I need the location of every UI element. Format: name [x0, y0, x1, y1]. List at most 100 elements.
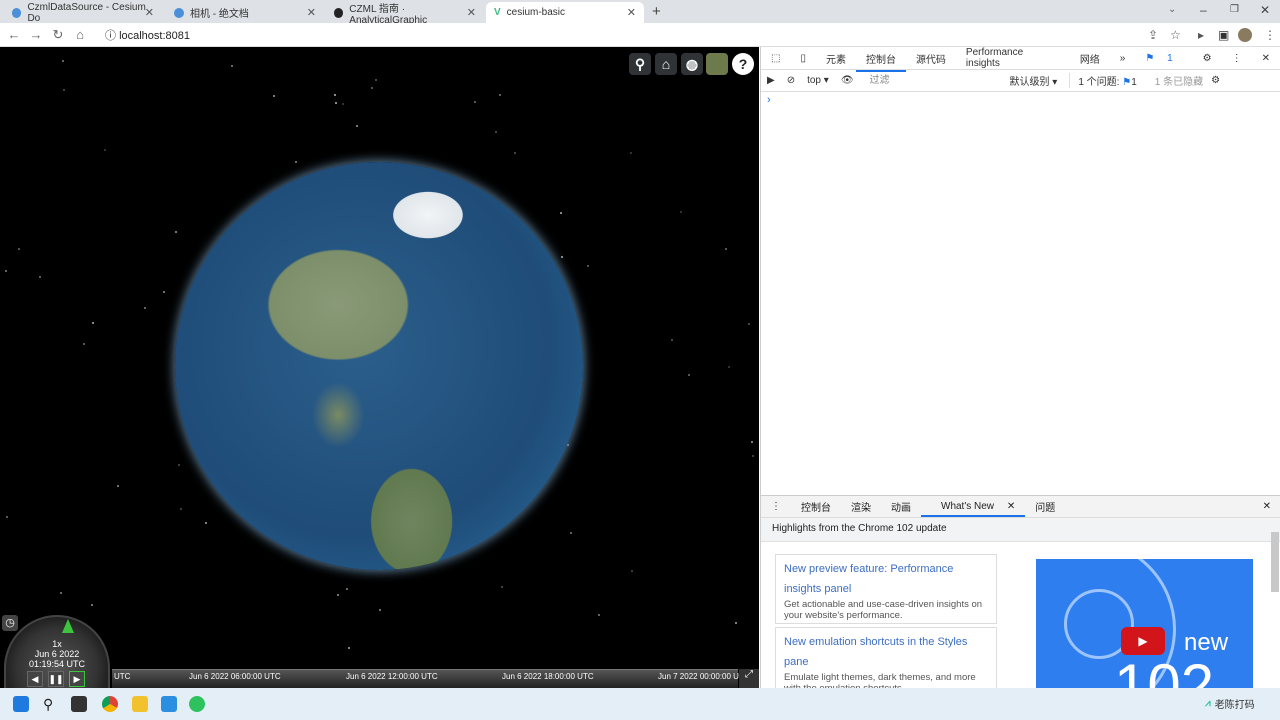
close-drawer-icon[interactable]: ✕ [1253, 501, 1280, 512]
clear-console-icon[interactable]: ⊘ [781, 75, 801, 86]
scene-mode-globe-icon[interactable]: ◍ [681, 53, 703, 75]
search-icon[interactable]: ⚲ [43, 696, 59, 712]
tab-sources[interactable]: 源代码 [906, 51, 956, 66]
play-forward-button[interactable]: ▶ [69, 671, 85, 687]
star [751, 440, 754, 443]
star [586, 265, 589, 268]
back-icon[interactable]: ← [3, 27, 25, 42]
browser-tab[interactable]: 相机 - 绝文档 ✕ [166, 2, 324, 23]
devtools-drawer: ⋮ 控制台 渲染 动画 What's New ✕ 问题 ✕ Highlights… [761, 495, 1280, 689]
close-window-button[interactable]: ✕ [1260, 3, 1270, 17]
tab-console[interactable]: 控制台 [855, 51, 906, 72]
timeline[interactable]: UTC Jun 6 2022 06:00:00 UTC Jun 6 2022 1… [112, 669, 750, 688]
menu-icon[interactable]: ⋮ [1264, 28, 1276, 42]
feature-card[interactable]: New preview feature: Performance insight… [775, 554, 997, 624]
fullscreen-button[interactable]: ⤢ [739, 669, 759, 688]
app-icon[interactable] [189, 696, 205, 712]
timeline-label: UTC [114, 672, 131, 681]
restore-button[interactable]: ❐ [1230, 4, 1239, 15]
browser-tab-active[interactable]: Vcesium-basic ✕ [486, 2, 644, 23]
star [59, 591, 62, 594]
star [334, 102, 337, 105]
issues-button[interactable]: 1 个问题: ⚑1 [1069, 73, 1137, 88]
drawer-tab-rendering[interactable]: 渲染 [841, 499, 881, 514]
clock-icon[interactable]: ◷ [2, 615, 18, 631]
card-title-link[interactable]: New preview feature: Performance insight… [784, 559, 988, 599]
pause-button[interactable]: ❚❚ [48, 671, 64, 687]
forward-icon[interactable]: → [25, 27, 47, 42]
issues-count: 1 [1131, 77, 1137, 88]
home-view-icon[interactable]: ⌂ [655, 53, 677, 75]
drawer-tab-issues[interactable]: 问题 [1025, 499, 1065, 514]
drawer-tab-animations[interactable]: 动画 [881, 499, 921, 514]
close-icon[interactable]: ✕ [145, 6, 154, 19]
log-level-select[interactable]: 默认级别 ▾ [1010, 73, 1058, 88]
star [336, 594, 339, 597]
more-icon[interactable]: ⋮ [1222, 53, 1252, 64]
sidebar-toggle-icon[interactable]: ▶ [761, 75, 781, 86]
device-toolbar-icon[interactable]: ▯ [790, 53, 816, 64]
settings-icon[interactable]: ⚙ [1193, 53, 1222, 64]
play-reverse-button[interactable]: ◀ [27, 671, 43, 687]
more-tabs-icon[interactable]: » [1110, 53, 1136, 64]
context-value: top [807, 75, 821, 86]
star [143, 306, 146, 309]
whats-new-video[interactable]: ▶ new 102 [1036, 559, 1253, 689]
star [230, 65, 233, 68]
star [734, 621, 737, 624]
issues-badge[interactable]: ⚑ 1 [1135, 53, 1192, 64]
globe[interactable] [175, 162, 583, 570]
drawer-menu-icon[interactable]: ⋮ [761, 501, 791, 512]
close-icon[interactable]: ✕ [307, 6, 316, 19]
star [103, 149, 106, 152]
drawer-tabs: ⋮ 控制台 渲染 动画 What's New ✕ 问题 ✕ [761, 496, 1280, 518]
favicon-icon [174, 7, 184, 18]
card-title-link[interactable]: New emulation shortcuts in the Styles pa… [784, 632, 988, 672]
profile-avatar[interactable] [1238, 27, 1252, 42]
home-icon[interactable]: ⌂ [69, 27, 91, 42]
close-icon[interactable]: ✕ [627, 6, 636, 19]
task-view-icon[interactable] [71, 696, 87, 712]
tab-elements[interactable]: 元素 [816, 51, 856, 66]
help-icon[interactable]: ? [732, 53, 754, 75]
vscode-icon[interactable] [161, 696, 177, 712]
star [560, 256, 563, 259]
close-icon[interactable]: ✕ [467, 6, 476, 19]
bookmark-star-icon[interactable]: ☆ [1170, 28, 1181, 42]
reload-icon[interactable]: ↻ [47, 27, 69, 43]
side-panel-icon[interactable]: ▣ [1218, 28, 1229, 42]
windows-start-icon[interactable] [13, 696, 29, 712]
console-prompt[interactable]: › [761, 92, 1280, 108]
close-devtools-icon[interactable]: ✕ [1252, 53, 1280, 64]
tab-performance-insights[interactable]: Performance insights [956, 47, 1070, 69]
new-tab-button[interactable]: + [652, 3, 661, 20]
inspect-element-icon[interactable]: ⬚ [761, 53, 790, 64]
star [356, 124, 359, 127]
context-select[interactable]: top ▾ [801, 75, 835, 86]
chrome-icon[interactable] [102, 696, 118, 712]
file-explorer-icon[interactable] [132, 696, 148, 712]
browser-tab[interactable]: CzmlDataSource - Cesium Do ✕ [4, 2, 162, 24]
star [630, 151, 633, 154]
console-settings-icon[interactable]: ⚙ [1211, 75, 1220, 86]
geocoder-search-icon[interactable]: ⚲ [629, 53, 651, 75]
url-field[interactable]: ⓘ localhost:8081 [105, 27, 190, 43]
minimize-button[interactable]: – [1200, 3, 1207, 17]
star [374, 79, 377, 82]
live-expression-eye-icon[interactable]: 👁 [835, 75, 860, 86]
browser-tab[interactable]: CZML 指南 · AnalyticalGraphic ✕ [326, 2, 484, 26]
tab-network[interactable]: 网络 [1070, 51, 1110, 66]
github-icon [334, 7, 344, 18]
filter-input[interactable]: 过滤 [866, 73, 1006, 89]
feature-card[interactable]: New emulation shortcuts in the Styles pa… [775, 627, 997, 689]
shuttle-ring-pointer[interactable] [62, 619, 74, 633]
base-layer-picker-icon[interactable] [706, 53, 728, 75]
drawer-tab-whats-new[interactable]: What's New ✕ [921, 501, 1026, 517]
drawer-scrollbar[interactable] [1271, 532, 1279, 592]
star [687, 374, 690, 377]
extensions-icon[interactable]: ▸ [1198, 28, 1204, 42]
tab-search-icon[interactable]: ⌄ [1168, 4, 1176, 15]
cesium-viewer[interactable]: ⚲ ⌂ ◍ ? 1x Jun 6 2022 01:19:54 UTC ◀ ❚❚ ▶ … [0, 47, 759, 688]
share-icon[interactable]: ⇪ [1148, 28, 1158, 42]
drawer-tab-console[interactable]: 控制台 [791, 499, 841, 514]
